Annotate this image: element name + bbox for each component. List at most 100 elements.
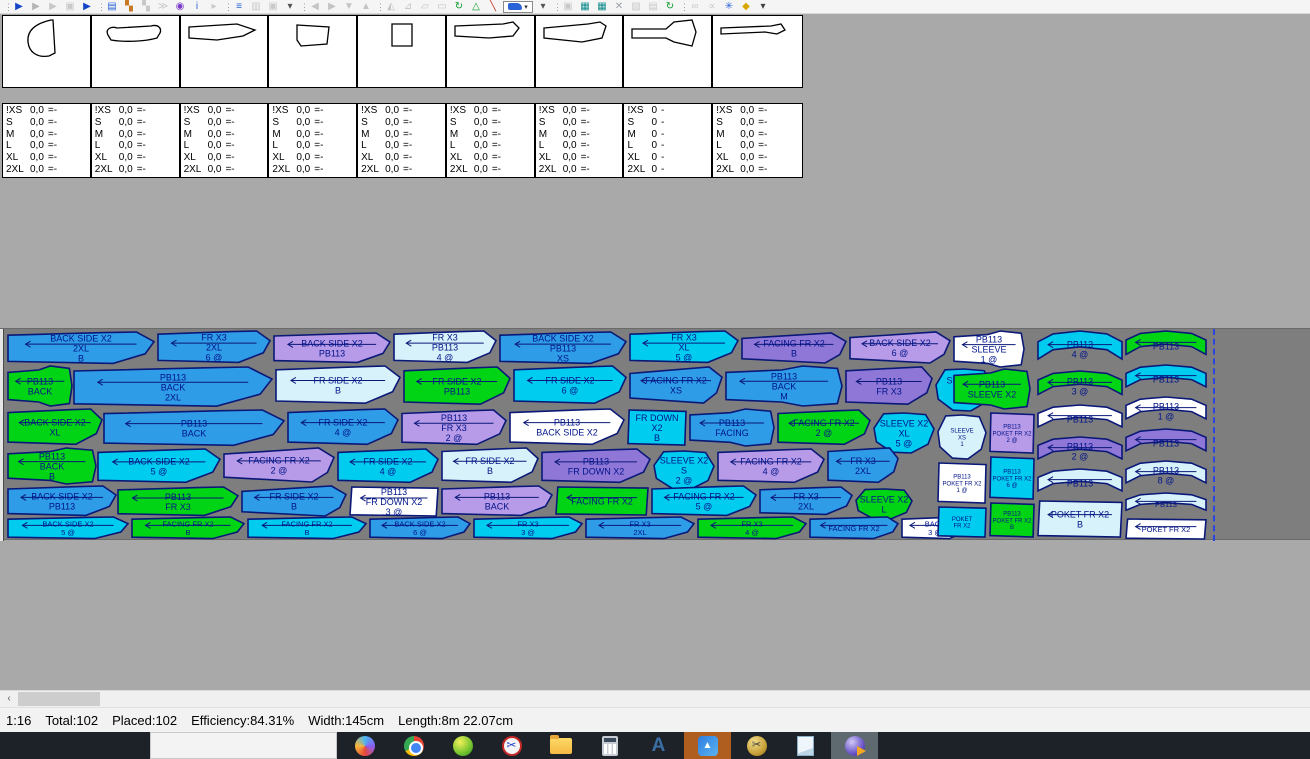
marker-piece[interactable]: BACK SIDE X22XLB: [8, 332, 154, 363]
play-double-disabled-icon[interactable]: ≫: [156, 0, 170, 13]
marker-piece[interactable]: PB1134 @: [1038, 331, 1122, 359]
check-run-disabled-icon[interactable]: ▣: [63, 0, 77, 13]
list-dropdown-icon[interactable]: ▾: [283, 0, 297, 13]
marker-piece[interactable]: PB1132 @: [1038, 437, 1122, 461]
size-table-column[interactable]: !XS0,0=-S0,0=-M0,0=-L0,0=-XL0,0=-2XL0,0=…: [447, 104, 536, 177]
marker-piece[interactable]: FACING FR X2XS: [630, 367, 722, 403]
marker-piece[interactable]: BACK SIDE X26 @: [370, 517, 470, 539]
piece-card-frside[interactable]: [181, 16, 270, 87]
marker-piece[interactable]: PB113FR DOWN X2: [542, 449, 650, 482]
marker-piece[interactable]: PB113: [1126, 331, 1206, 354]
marker-piece[interactable]: PB113BACK2XL: [74, 367, 272, 406]
piece-card-collar[interactable]: [92, 16, 181, 87]
marker-piece[interactable]: FACING FR X22 @: [778, 410, 870, 444]
piece-card-pocket[interactable]: [358, 16, 447, 87]
marker-piece[interactable]: PB113FR X32 @: [402, 410, 506, 444]
pieces-colored-icon[interactable]: ▚: [122, 0, 136, 13]
marker-piece[interactable]: FR X34 @: [698, 517, 806, 539]
marker-piece[interactable]: SLEEVE X2XL5 @: [874, 413, 934, 453]
rerun-disabled-icon[interactable]: ▶: [29, 0, 43, 13]
run-boxed-icon[interactable]: ▶: [80, 0, 94, 13]
info-box-icon[interactable]: i: [190, 0, 204, 13]
step-disabled-icon[interactable]: ▶: [46, 0, 60, 13]
marker-piece[interactable]: SLEEVEXS1: [938, 415, 986, 459]
pair-disabled-icon[interactable]: ▱: [418, 0, 432, 13]
marker-piece[interactable]: POKET FR X2: [1126, 519, 1206, 539]
more-dropdown-icon[interactable]: ▾: [756, 0, 770, 13]
marker-piece[interactable]: BACK SIDE X25 @: [8, 517, 128, 539]
marker-piece[interactable]: PB113BACK SIDE X2: [510, 409, 624, 444]
marker-app-taskbar-button[interactable]: [831, 732, 878, 759]
marker-piece[interactable]: PB113POKET FR X21 @: [938, 463, 986, 503]
marker-piece[interactable]: FR SIDE X2B: [276, 366, 400, 403]
list-view-icon[interactable]: ≡: [232, 0, 246, 13]
marker-piece[interactable]: FR X3XL5 @: [630, 331, 738, 362]
marker-piece[interactable]: FACING FR X25 @: [652, 486, 756, 515]
combo-dropdown-icon[interactable]: ▾: [536, 0, 550, 13]
marker-piece[interactable]: PB113: [1126, 493, 1206, 510]
move-up-disabled-icon[interactable]: ▲: [359, 0, 373, 13]
piece-card-backside[interactable]: [536, 16, 625, 87]
marker-piece[interactable]: FR X32XL: [828, 448, 898, 482]
chrome-taskbar-button[interactable]: [390, 732, 437, 759]
horizontal-scrollbar[interactable]: ‹: [0, 690, 1310, 707]
marker-piece[interactable]: PB113SLEEVE1 @: [954, 331, 1024, 367]
marker-piece[interactable]: BACK SIDE X2PB113XS: [500, 332, 626, 363]
marker-piece[interactable]: FACING FR X2: [556, 487, 648, 515]
marker-piece[interactable]: PB113BACK: [104, 410, 284, 445]
measure-icon[interactable]: ╲: [486, 0, 500, 13]
marker-piece[interactable]: PB113POKET FR X26 @: [990, 457, 1034, 499]
flip-h-disabled-icon[interactable]: ◭: [384, 0, 398, 13]
marker-piece[interactable]: SLEEVE X2L: [856, 489, 912, 519]
zoom-tool-icon[interactable]: ◉: [173, 0, 187, 13]
tilt-icon[interactable]: △: [469, 0, 483, 13]
marker-piece[interactable]: PB113FR DOWN X23 @: [350, 487, 438, 517]
piece-select-combo[interactable]: ▾: [503, 1, 533, 13]
marker-piece[interactable]: PB113POKET FR X2B: [990, 503, 1034, 537]
size-table-2-icon[interactable]: ▦: [595, 0, 609, 13]
run-nest-icon[interactable]: ▶: [12, 0, 26, 13]
marker-piece[interactable]: PB1138 @: [1126, 461, 1206, 485]
size-table-column[interactable]: !XS0-S0-M0-L0-XL0-2XL0-: [624, 104, 713, 177]
marker-piece[interactable]: PB113SLEEVE X2: [954, 369, 1030, 409]
marker-piece[interactable]: PB1131 @: [1126, 397, 1206, 421]
marker-piece[interactable]: FR X3PB1134 @: [394, 331, 496, 362]
size-table-column[interactable]: !XS0,0=-S0,0=-M0,0=-L0,0=-XL0,0=-2XL0,0=…: [536, 104, 625, 177]
marker-piece[interactable]: BACK SIDE X26 @: [850, 332, 950, 363]
marker-piece[interactable]: FR X33 @: [474, 517, 582, 539]
marker-piece[interactable]: BACK SIDE X25 @: [98, 449, 220, 482]
photos-taskbar-button[interactable]: ▲: [684, 732, 731, 759]
marker-piece[interactable]: PB113FR X3: [118, 487, 238, 515]
open-marker-icon[interactable]: ▤: [105, 0, 119, 13]
edit-shield-icon[interactable]: ◆: [739, 0, 753, 13]
marker-piece[interactable]: SLEEVE X2S2 @: [654, 451, 714, 489]
file-explorer-taskbar-button[interactable]: [537, 732, 584, 759]
link2-disabled-icon[interactable]: ∝: [705, 0, 719, 13]
size-table-column[interactable]: !XS0,0=-S0,0=-M0,0=-L0,0=-XL0,0=-2XL0,0=…: [269, 104, 358, 177]
report-disabled-icon[interactable]: ▥: [249, 0, 263, 13]
marker-piece[interactable]: PB113: [1126, 429, 1206, 451]
marker-piece[interactable]: FR SIDE X2B: [242, 486, 346, 516]
size-table-column[interactable]: !XS0,0=-S0,0=-M0,0=-L0,0=-XL0,0=-2XL0,0=…: [358, 104, 447, 177]
marker-piece[interactable]: PB1133 @: [1038, 371, 1122, 396]
size-table-icon[interactable]: ▦: [578, 0, 592, 13]
marker-piece[interactable]: PB113: [1126, 365, 1206, 387]
refresh-icon[interactable]: ↻: [663, 0, 677, 13]
scroll-left-button[interactable]: ‹: [0, 691, 18, 707]
marker-piece[interactable]: PB113: [1038, 405, 1122, 427]
marker-area[interactable]: BACK SIDE X22XLBFR X32XL6 @BACK SIDE X2P…: [0, 328, 1310, 540]
marker-piece[interactable]: PB113: [1038, 469, 1122, 491]
size-table-column[interactable]: !XS0,0=-S0,0=-M0,0=-L0,0=-XL0,0=-2XL0,0=…: [181, 104, 270, 177]
size-table-column[interactable]: !XS0,0=-S0,0=-M0,0=-L0,0=-XL0,0=-2XL0,0=…: [92, 104, 181, 177]
move-left-disabled-icon[interactable]: ◀: [308, 0, 322, 13]
marker-piece[interactable]: POKETFR X2: [938, 507, 986, 537]
marker-piece[interactable]: PB113POKET FR X22 @: [990, 413, 1034, 453]
image-box-disabled-icon[interactable]: ▧: [629, 0, 643, 13]
marker-piece[interactable]: FACING FR X2B: [742, 333, 846, 363]
piece-card-sleeve[interactable]: [3, 16, 92, 87]
marker-piece[interactable]: FACING FR X2B: [132, 517, 244, 539]
pieces-disabled-icon[interactable]: ▚: [139, 0, 153, 13]
link-disabled-icon[interactable]: ∞: [688, 0, 702, 13]
marker-piece[interactable]: FACING FR X2B: [248, 517, 366, 539]
marker-piece[interactable]: BACK SIDE X2PB113: [8, 486, 116, 515]
